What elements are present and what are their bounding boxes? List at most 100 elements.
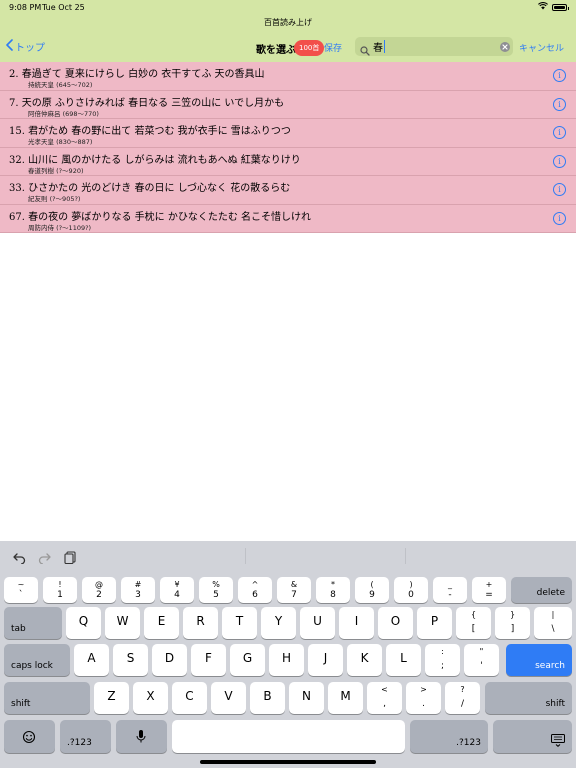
key-v[interactable]: V	[211, 682, 246, 714]
poem-author: 春道列樹 (?～920)	[28, 166, 84, 175]
key-2[interactable]: @2	[82, 577, 116, 603]
key-3[interactable]: #3	[121, 577, 155, 603]
header: 9:08 PM Tue Oct 25 百首読み上げ トップ 歌を選ぶ 100首 …	[0, 0, 576, 62]
keyboard: ~ ` ! 1 @2 #3 ¥4 % 5 ^ 6 & 7 * 8 (9 ) 0 _ - + = d…	[0, 541, 576, 768]
caps-lock-key[interactable]: caps lock	[4, 644, 70, 676]
key-x[interactable]: X	[133, 682, 168, 714]
key-backslash[interactable]: | \	[534, 607, 572, 639]
undo-icon[interactable]	[13, 549, 26, 568]
keyboard-toolbar	[0, 541, 576, 571]
list-item[interactable]: 33. ひさかたの 光のどけき 春の日に しづ心なく 花の散るらむ 紀友則 (?…	[0, 176, 576, 205]
key-u[interactable]: U	[300, 607, 335, 639]
key-comma[interactable]: <,	[367, 682, 402, 714]
numbers-key-right[interactable]: .?123	[410, 720, 488, 753]
poem-text: 33. ひさかたの 光のどけき 春の日に しづ心なく 花の散るらむ	[9, 183, 291, 194]
key-5[interactable]: % 5	[199, 577, 233, 603]
key-c[interactable]: C	[172, 682, 207, 714]
key-q[interactable]: Q	[66, 607, 101, 639]
page-title: 歌を選ぶ	[256, 45, 296, 56]
key-7[interactable]: & 7	[277, 577, 311, 603]
list-item[interactable]: 32. 山川に 風のかけたる しがらみは 流れもあへぬ 紅葉なりけり 春道列樹 …	[0, 147, 576, 176]
hide-keyboard-key[interactable]	[493, 720, 572, 753]
key-equals[interactable]: + =	[472, 577, 506, 603]
poem-list: 2. 春過ぎて 夏来にけらし 白妙の 衣干すてふ 天の香具山 持統天皇 (645…	[0, 62, 576, 233]
space-bar[interactable]	[172, 720, 405, 753]
key-semicolon[interactable]: :;	[425, 644, 460, 676]
status-date: Tue Oct 25	[42, 3, 85, 12]
key-6[interactable]: ^ 6	[238, 577, 272, 603]
clear-search-icon[interactable]	[500, 42, 510, 52]
dictation-key[interactable]	[116, 720, 167, 753]
key-l[interactable]: L	[386, 644, 421, 676]
key-y[interactable]: Y	[261, 607, 296, 639]
key-d[interactable]: D	[152, 644, 187, 676]
info-icon[interactable]: i	[553, 69, 566, 82]
numbers-key-left[interactable]: .?123	[60, 720, 111, 753]
key-g[interactable]: G	[230, 644, 265, 676]
key-i[interactable]: I	[339, 607, 374, 639]
list-item[interactable]: 7. 天の原 ふりさけみれば 春日なる 三笠の山に いでし月かも 阿倍仲麻呂 (…	[0, 90, 576, 119]
redo-icon[interactable]	[38, 549, 51, 568]
cancel-button[interactable]: キャンセル	[519, 41, 564, 54]
key-t[interactable]: T	[222, 607, 257, 639]
search-input[interactable]	[373, 38, 493, 55]
poem-text: 2. 春過ぎて 夏来にけらし 白妙の 衣干すてふ 天の香具山	[9, 69, 265, 80]
back-button[interactable]: トップ	[6, 39, 45, 54]
home-indicator	[200, 760, 376, 764]
key-slash[interactable]: ? /	[445, 682, 480, 714]
list-item[interactable]: 67. 春の夜の 夢ばかりなる 手枕に かひなくたたむ 名こそ惜しけれ 周防内侍…	[0, 204, 576, 233]
delete-key[interactable]: delete	[511, 577, 572, 603]
key-b[interactable]: B	[250, 682, 285, 714]
status-time: 9:08 PM	[9, 3, 42, 12]
key-4[interactable]: ¥4	[160, 577, 194, 603]
key-o[interactable]: O	[378, 607, 413, 639]
key-s[interactable]: S	[113, 644, 148, 676]
key-p[interactable]: P	[417, 607, 452, 639]
key-a[interactable]: A	[74, 644, 109, 676]
search-key[interactable]: search	[506, 644, 572, 676]
key-period[interactable]: >.	[406, 682, 441, 714]
key-r[interactable]: R	[183, 607, 218, 639]
clipboard-icon[interactable]	[64, 549, 76, 568]
key-backtick[interactable]: ~ `	[4, 577, 38, 603]
list-item[interactable]: 15. 君がため 春の野に出て 若菜つむ 我が衣手に 雪はふりつつ 光孝天皇 (…	[0, 119, 576, 148]
tab-key[interactable]: tab	[4, 607, 62, 639]
shift-key-left[interactable]: shift	[4, 682, 90, 714]
key-0[interactable]: ) 0	[394, 577, 428, 603]
chevron-left-icon	[6, 39, 15, 54]
list-item[interactable]: 2. 春過ぎて 夏来にけらし 白妙の 衣干すてふ 天の香具山 持統天皇 (645…	[0, 62, 576, 91]
key-e[interactable]: E	[144, 607, 179, 639]
key-n[interactable]: N	[289, 682, 324, 714]
info-icon[interactable]: i	[553, 183, 566, 196]
info-icon[interactable]: i	[553, 154, 566, 168]
key-1[interactable]: ! 1	[43, 577, 77, 603]
info-icon[interactable]: i	[553, 97, 566, 111]
poem-author: 周防内侍 (?～1109?)	[28, 223, 92, 232]
key-z[interactable]: Z	[94, 682, 129, 714]
emoji-icon	[22, 730, 36, 747]
save-button[interactable]: 保存	[324, 41, 342, 54]
key-bracket-left[interactable]: {[	[456, 607, 491, 639]
poem-text: 67. 春の夜の 夢ばかりなる 手枕に かひなくたたむ 名こそ惜しけれ	[9, 211, 311, 223]
search-bar[interactable]	[355, 37, 513, 56]
key-minus[interactable]: _ -	[433, 577, 467, 603]
key-h[interactable]: H	[269, 644, 304, 676]
key-f[interactable]: F	[191, 644, 226, 676]
key-m[interactable]: M	[328, 682, 363, 714]
key-j[interactable]: J	[308, 644, 343, 676]
key-8[interactable]: * 8	[316, 577, 350, 603]
shift-key-right[interactable]: shift	[485, 682, 572, 714]
keyboard-hide-icon	[551, 734, 565, 750]
key-9[interactable]: (9	[355, 577, 389, 603]
text-cursor	[384, 40, 385, 53]
key-bracket-right[interactable]: }]	[495, 607, 530, 639]
emoji-key[interactable]	[4, 720, 55, 753]
info-icon[interactable]: i	[553, 126, 566, 139]
back-button-label: トップ	[15, 43, 45, 54]
toolbar-divider	[405, 548, 406, 564]
key-quote[interactable]: " '	[464, 644, 499, 676]
key-k[interactable]: K	[347, 644, 382, 676]
info-icon[interactable]: i	[553, 211, 566, 225]
key-w[interactable]: W	[105, 607, 140, 639]
battery-icon	[552, 3, 569, 11]
